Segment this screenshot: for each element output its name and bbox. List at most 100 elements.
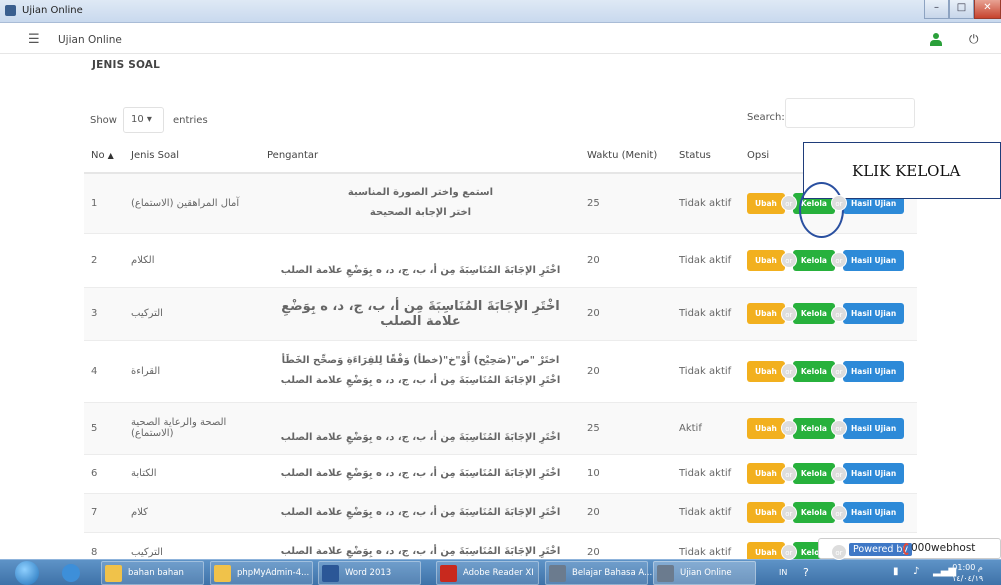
table-row: 2 الكلام اخْتَرِ الإجَابَةَ المُنَاسِبَة… [84, 233, 917, 288]
menu-icon[interactable]: ☰ [28, 33, 40, 46]
internet-explorer-icon[interactable] [62, 564, 80, 582]
ubah-button[interactable]: Ubah [747, 502, 785, 523]
cell-waktu: 25 [580, 173, 672, 234]
or-separator: or [830, 544, 847, 560]
hasil-ujian-button[interactable]: Hasil Ujian [842, 249, 905, 271]
hasil-ujian-button[interactable]: Hasil Ujian [842, 502, 905, 523]
search-input[interactable] [785, 98, 915, 128]
hasil-ujian-button[interactable]: Hasil Ujian [842, 463, 905, 484]
taskbar-item-label: Ujian Online [680, 568, 732, 578]
taskbar-item[interactable]: bahan bahan [101, 561, 204, 585]
cell-waktu: 20 [580, 340, 672, 403]
cell-status: Tidak aktif [672, 287, 740, 341]
ubah-button[interactable]: Ubah [747, 463, 785, 484]
col-no-header[interactable]: No ▲ [84, 139, 124, 174]
col-pengantar-header[interactable]: Pengantar [260, 139, 580, 174]
taskbar-item[interactable]: Ujian Online [653, 561, 756, 585]
cell-jenis: الصحة والرعاية الصحية (الاستماع) [124, 402, 260, 455]
cell-pengantar: اخْتَرِ الإجَابَةَ المُنَاسِبَةَ مِن أ، … [260, 493, 580, 533]
maximize-button[interactable]: □ [949, 0, 974, 19]
hasil-ujian-button[interactable]: Hasil Ujian [842, 303, 905, 324]
show-label: Show [90, 114, 117, 126]
table-row: 3 التركيب اخْتَرِ الإجَابَةَ المُنَاسِبَ… [84, 287, 917, 341]
cell-waktu: 25 [580, 402, 672, 455]
cell-jenis: الكتابة [124, 454, 260, 494]
table-row: 1 آمال المراهقين (الاستماع) استمع واختر … [84, 173, 917, 234]
table-header-row: No ▲ Jenis Soal Pengantar Waktu (Menit) S… [84, 139, 917, 174]
table-row: 7 كلام اخْتَرِ الإجَابَةَ المُنَاسِبَةَ … [84, 493, 917, 533]
ubah-button[interactable]: Ubah [747, 417, 785, 439]
ubah-button[interactable]: Ubah [747, 249, 785, 271]
or-separator: or [830, 504, 847, 521]
annotation-text: KLIK KELOLA [852, 162, 961, 180]
cell-status: Tidak aktif [672, 493, 740, 533]
or-separator: or [830, 305, 847, 322]
cell-no: 3 [84, 287, 124, 341]
kelola-button[interactable]: Kelola [792, 303, 835, 324]
col-jenis-header[interactable]: Jenis Soal [124, 139, 260, 174]
pengantar-line: اخْتَرِ الإجَابَةَ المُنَاسِبَةَ مِن أ، … [280, 506, 561, 518]
taskbar-item[interactable]: Word 2013 [318, 561, 421, 585]
cell-status: Tidak aktif [672, 454, 740, 494]
cell-jenis: الكلام [124, 233, 260, 288]
word-icon [322, 565, 339, 582]
app-header: ☰ Ujian Online ⏻ [0, 26, 1001, 54]
cell-jenis: كلام [124, 493, 260, 533]
app-icon [5, 5, 16, 16]
cell-status: Tidak aktif [672, 173, 740, 234]
hasil-ujian-button[interactable]: Hasil Ujian [842, 360, 905, 382]
taskbar-item[interactable]: Belajar Bahasa A... [545, 561, 652, 585]
language-indicator[interactable]: IN [779, 568, 787, 577]
kelola-button[interactable]: Kelola [792, 249, 835, 271]
webhost-logo-icon [903, 543, 910, 555]
close-button[interactable]: ✕ [974, 0, 1001, 19]
kelola-button[interactable]: Kelola [792, 502, 835, 523]
pengantar-line: اخْتَرِ الإجَابَةَ المُنَاسِبَةَ مِن أ، … [280, 375, 561, 386]
or-separator: or [780, 420, 797, 436]
cell-pengantar: اختَرْ "ص"(صَحِيْح) أَوْ"خ"(خطأ) وَفْقًا… [260, 340, 580, 403]
ubah-button[interactable]: Ubah [747, 360, 785, 382]
col-waktu-header[interactable]: Waktu (Menit) [580, 139, 672, 174]
col-status-header[interactable]: Status [672, 139, 740, 174]
cell-no: 5 [84, 402, 124, 455]
or-separator: or [780, 465, 797, 482]
pengantar-line: استمع واختر الصورة المناسبة [347, 187, 494, 199]
taskbar-item[interactable]: phpMyAdmin-4... [210, 561, 313, 585]
taskbar: bahan bahan phpMyAdmin-4... Word 2013 Ad… [0, 559, 1001, 585]
entries-select[interactable]: 10 ▾ [122, 107, 164, 133]
cell-no: 2 [84, 233, 124, 288]
table-row: 5 الصحة والرعاية الصحية (الاستماع) اخْتَ… [84, 402, 917, 455]
ubah-button[interactable]: Ubah [747, 303, 785, 324]
start-button[interactable] [15, 561, 39, 585]
help-icon[interactable]: ? [803, 566, 809, 579]
power-icon[interactable]: ⏻ [969, 33, 979, 45]
kelola-button[interactable]: Kelola [792, 417, 835, 439]
hasil-ujian-button[interactable]: Hasil Ujian [842, 417, 905, 439]
pengantar-line: اختر الإجابة الصحيحة [369, 207, 472, 219]
or-separator: or [780, 504, 797, 521]
table-row: 6 الكتابة اخْتَرِ الإجَابَةَ المُنَاسِبَ… [84, 454, 917, 494]
taskbar-item-label: phpMyAdmin-4... [237, 568, 310, 578]
sort-asc-icon: ▲ [107, 151, 114, 160]
kelola-button[interactable]: Kelola [792, 360, 835, 382]
taskbar-item-label: Word 2013 [345, 568, 392, 578]
taskbar-item[interactable]: Adobe Reader XI [436, 561, 539, 585]
pengantar-line: اخْتَرِ الإجَابَةَ المُنَاسِبَةَ مِن أ، … [280, 467, 561, 479]
pengantar-line: اخْتَرِ الإجَابَةَ المُنَاسِبَةَ مِن أ، … [280, 431, 561, 443]
cell-opsi: UbahorKelolaorHasil Ujian [740, 454, 917, 494]
entries-control: Show 10 ▾ entries [90, 107, 208, 133]
ubah-button[interactable]: Ubah [747, 192, 785, 214]
clock[interactable]: 01:00 م ١٤/٠٤/١٩ [952, 562, 983, 584]
kelola-button[interactable]: Kelola [792, 463, 835, 484]
cell-waktu: 10 [580, 454, 672, 494]
network-icon[interactable]: ▮ [893, 566, 899, 577]
pengantar-line: اختَرْ "ص"(صَحِيْح) أَوْ"خ"(خطأ) وَفْقًا… [281, 355, 560, 366]
cell-pengantar: اخْتَرِ الإجَابَةَ المُنَاسِبَةَ مِن أ، … [260, 287, 580, 341]
cell-waktu: 20 [580, 493, 672, 533]
cell-no: 1 [84, 173, 124, 234]
powered-brand: 000webhost [911, 542, 976, 554]
cell-waktu: 20 [580, 287, 672, 341]
volume-icon[interactable]: ♪ [913, 566, 919, 577]
minimize-button[interactable]: – [924, 0, 949, 19]
user-icon[interactable] [930, 33, 942, 46]
